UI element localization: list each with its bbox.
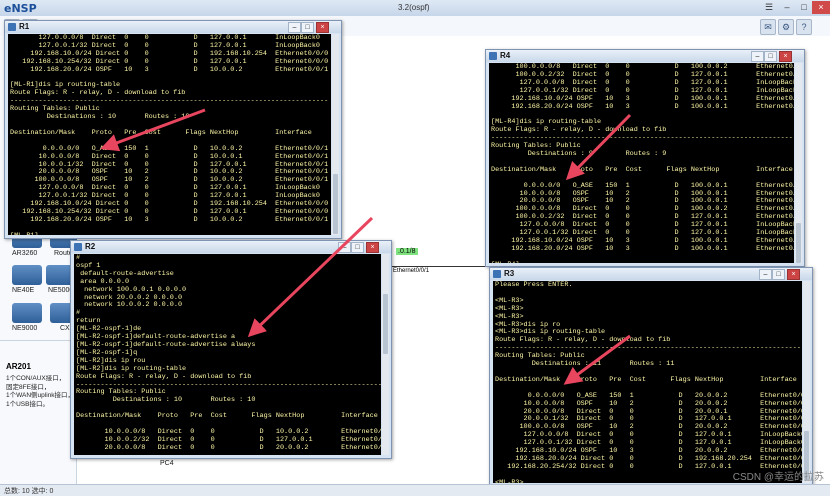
arrow-r4 bbox=[565, 113, 632, 181]
status-bar: 总数: 10 选中: 0 bbox=[0, 484, 830, 496]
annotation-arrows bbox=[100, 108, 632, 385]
watermark: CSDN @幸运的拉苏 bbox=[732, 472, 824, 483]
arrow-r3 bbox=[563, 334, 631, 385]
arrow-r1 bbox=[100, 108, 206, 152]
arrow-r2 bbox=[247, 216, 374, 338]
